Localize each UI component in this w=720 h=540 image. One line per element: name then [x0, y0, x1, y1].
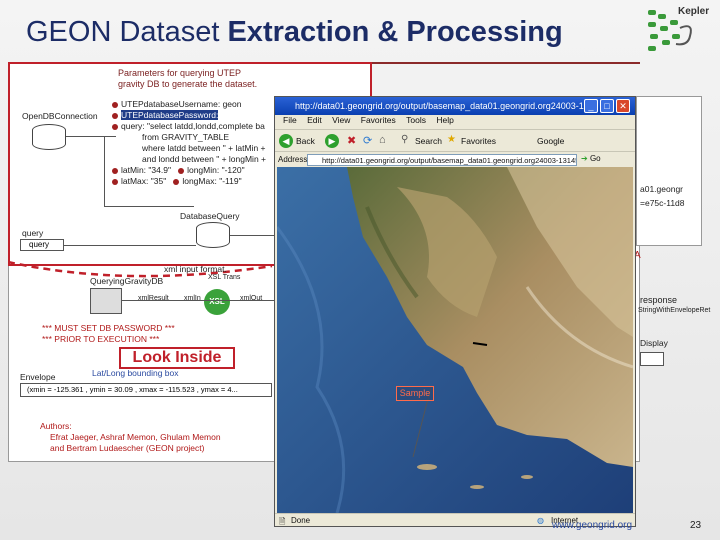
search-icon[interactable]: ⚲ [401, 134, 408, 145]
look-inside-callout: Look Inside [119, 347, 235, 369]
google-label[interactable]: Google [537, 136, 564, 146]
param-password[interactable]: UTEPdatabasePassword: [112, 110, 266, 121]
browser-toolbar: ◀ Back ▶ ✖ ⟳ ⌂ ⚲ Search ★ Favorites Goog… [275, 129, 635, 151]
right-text-1: a01.geongr [640, 184, 684, 194]
address-label: Address [278, 155, 308, 164]
internet-globe-icon: ◍ [537, 516, 544, 525]
param-dot-icon [112, 123, 118, 130]
xml-input-label: xml input format. [164, 264, 227, 274]
authors-line2: and Bertram Ludaescher (GEON project) [50, 443, 205, 453]
query-label: query [22, 228, 44, 238]
browser-title: http://data01.geongrid.org/output/basema… [295, 101, 592, 111]
menu-view[interactable]: View [332, 115, 350, 125]
param-query-line4: and londd between " + longMin + [142, 154, 266, 164]
param-dot-icon [112, 101, 118, 108]
favorites-label[interactable]: Favorites [461, 136, 496, 146]
authors-line1: Efrat Jaeger, Ashraf Memon, Ghulam Memon [50, 432, 221, 442]
back-label[interactable]: Back [296, 136, 315, 146]
close-button[interactable]: ✕ [616, 99, 630, 113]
response-label: response [640, 295, 678, 305]
param-lat-long-min[interactable]: latMin: "34.9" longMin: "-120" [112, 165, 266, 176]
background-window [636, 96, 702, 246]
favorites-star-icon[interactable]: ★ [447, 134, 456, 145]
home-icon[interactable]: ⌂ [379, 134, 386, 146]
warning-line1: *** MUST SET DB PASSWORD *** [42, 323, 175, 333]
wire [230, 235, 274, 236]
xsl-note: XSL Trans [208, 274, 241, 281]
address-field[interactable]: http://data01.geongrid.org/output/basema… [307, 154, 577, 166]
database-query-label: DatabaseQuery [180, 211, 240, 221]
address-bar: Address http://data01.geongrid.org/outpu… [275, 151, 635, 167]
page-number: 23 [690, 520, 702, 531]
string-envelope-label: StringWithEnvelopeRet [638, 307, 711, 314]
warning-line2: *** PRIOR TO EXECUTION *** [42, 334, 160, 344]
authors-block: Authors: Efrat Jaeger, Ashraf Memon, Ghu… [40, 421, 221, 454]
xsl-transform-icon[interactable]: XSL [204, 289, 230, 315]
wire [66, 136, 116, 137]
params-title: Parameters for querying UTEP gravity DB … [118, 68, 257, 90]
params-title-line1: Parameters for querying UTEP [118, 68, 242, 78]
param-query-line2: from GRAVITY_TABLE [142, 132, 230, 142]
browser-window: http://data01.geongrid.org/output/basema… [274, 96, 636, 527]
parameter-list: UTEPdatabaseUsername: geon UTEPdatabaseP… [112, 99, 266, 187]
wire [104, 206, 194, 207]
title-bold: Extraction & Processing [227, 16, 563, 48]
slide-title: GEON Dataset Extraction & Processing [26, 16, 563, 49]
right-text-2: =e75c-11d8 [640, 198, 685, 208]
param-dot-icon [112, 178, 118, 185]
menu-edit[interactable]: Edit [307, 115, 322, 125]
menu-bar: File Edit View Favorites Tools Help [275, 115, 635, 129]
maximize-button[interactable]: □ [600, 99, 614, 113]
sample-label: Sample [396, 386, 434, 401]
open-db-actor-icon[interactable] [32, 124, 66, 150]
display-label: Display [640, 338, 668, 348]
param-dot-icon [178, 167, 185, 174]
stop-icon[interactable]: ✖ [347, 134, 356, 147]
param-lat-long-max[interactable]: latMax: "35" longMax: "-119" [112, 176, 266, 187]
menu-file[interactable]: File [283, 115, 297, 125]
param-dot-icon [112, 167, 118, 174]
slide: GEON Dataset Extraction & Processing Kep… [0, 0, 720, 540]
menu-tools[interactable]: Tools [406, 115, 426, 125]
page-status-icon: 🗎 [279, 517, 286, 526]
envelope-label: Envelope [20, 372, 56, 382]
browser-titlebar: http://data01.geongrid.org/output/basema… [275, 97, 635, 115]
back-arrow-icon[interactable]: ◀ [279, 134, 293, 148]
open-db-label: OpenDBConnection [22, 111, 98, 121]
param-dot-icon [112, 112, 118, 119]
menu-favorites[interactable]: Favorites [361, 115, 396, 125]
menu-help[interactable]: Help [436, 115, 453, 125]
footer-url[interactable]: www.geongrid.org [552, 520, 632, 531]
logo-text: Kepler [678, 6, 710, 17]
param-username[interactable]: UTEPdatabaseUsername: geon [112, 99, 266, 110]
authors-heading: Authors: [40, 421, 72, 431]
wire [122, 300, 274, 301]
param-query[interactable]: query: "select latdd,londd,complete ba [112, 121, 266, 132]
minimize-button[interactable]: _ [584, 99, 598, 113]
params-title-line2: gravity DB to generate the dataset. [118, 79, 258, 89]
param-query-line3: where latdd between " + latMin + [142, 143, 266, 153]
forward-arrow-icon[interactable]: ▶ [325, 134, 339, 148]
satellite-map [277, 167, 633, 513]
go-arrow-icon: ➔ [581, 154, 588, 163]
go-button[interactable]: ➔ Go [581, 154, 601, 163]
display-actor-icon[interactable] [640, 352, 664, 366]
title-normal: GEON Dataset [26, 16, 228, 48]
envelope-value-field[interactable]: (xmin = -125.361 , ymin = 30.09 , xmax =… [20, 383, 272, 397]
refresh-icon[interactable]: ⟳ [363, 134, 372, 147]
param-dot-icon [173, 178, 180, 185]
querying-gravity-label: QueryingGravityDB [90, 276, 164, 286]
querying-gravity-actor-icon[interactable] [90, 288, 122, 314]
status-done: Done [291, 516, 311, 525]
latlong-label: Lat/Long bounding box [92, 368, 179, 378]
search-label[interactable]: Search [415, 136, 442, 146]
wire [104, 136, 105, 206]
